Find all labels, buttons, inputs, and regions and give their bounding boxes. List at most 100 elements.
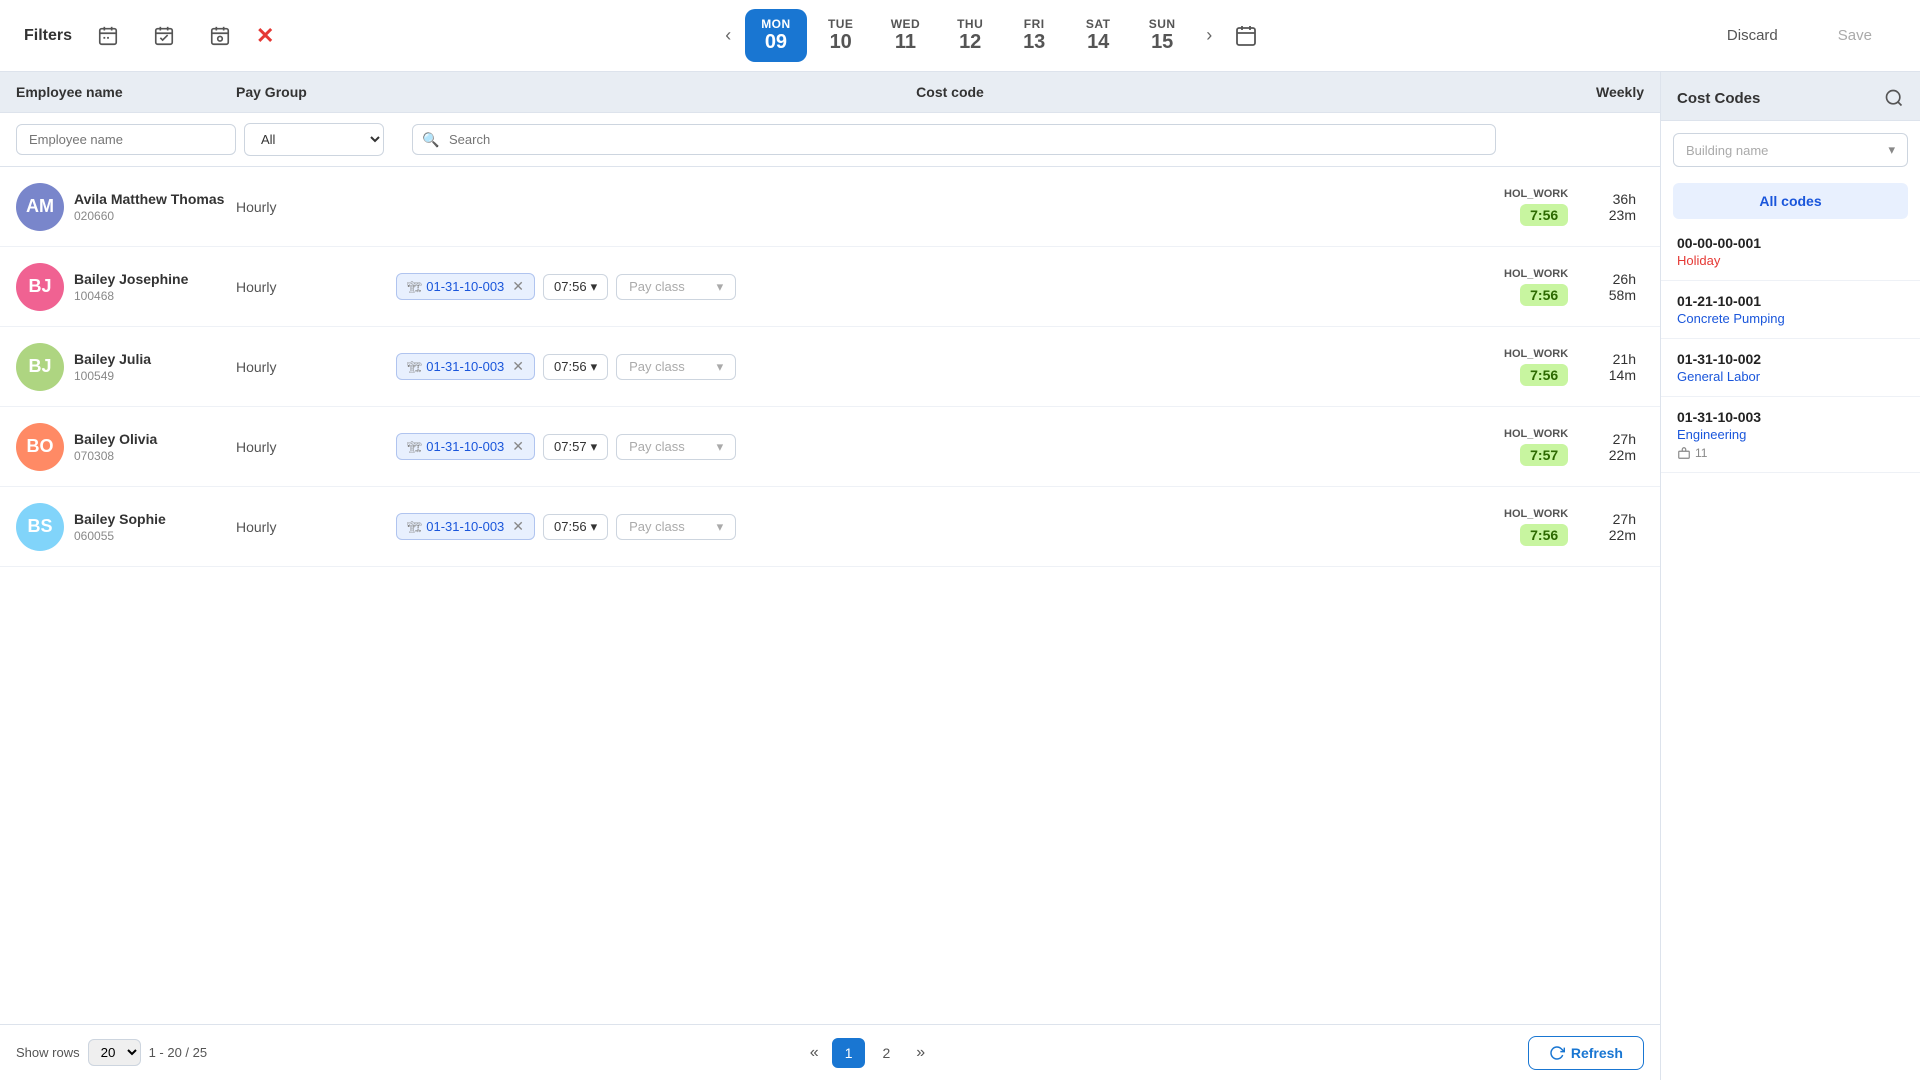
col-header-costcode: Cost code xyxy=(396,84,1504,100)
day-pill-sun[interactable]: SUN15 xyxy=(1132,9,1192,62)
first-page-button[interactable]: « xyxy=(801,1037,828,1069)
remove-tag-emp-bailey-olivia[interactable]: ✕ xyxy=(512,438,524,455)
prev-week-button[interactable]: ‹ xyxy=(715,19,741,52)
refresh-button[interactable]: Refresh xyxy=(1528,1036,1644,1070)
calendar-settings-icon-btn[interactable] xyxy=(200,16,240,56)
pay-class-label-emp-bailey-josephine: Pay class xyxy=(629,279,685,294)
hol-work-cell-emp-bailey-olivia: HOL_WORK 7:57 xyxy=(1504,428,1568,466)
page-1-button[interactable]: 1 xyxy=(832,1038,866,1068)
hol-badge-emp-bailey-olivia: HOL_WORK xyxy=(1504,428,1568,440)
day-pill-sat[interactable]: SAT14 xyxy=(1068,9,1128,62)
last-page-button[interactable]: » xyxy=(907,1037,934,1069)
pay-class-dropdown-emp-bailey-julia[interactable]: Pay class ▾ xyxy=(616,354,736,380)
day-num-tue: 10 xyxy=(830,31,852,54)
day-name-fri: FRI xyxy=(1024,17,1045,31)
cost-code-tag-emp-bailey-olivia: 🏗 01-31-10-003 ✕ xyxy=(396,433,535,460)
pay-group-filter[interactable]: AllHourlySalary xyxy=(244,123,384,156)
emp-name-emp-bailey-sophie: Bailey Sophie xyxy=(74,510,166,528)
cost-codes-title: Cost Codes xyxy=(1677,90,1760,107)
day-pill-wed[interactable]: WED11 xyxy=(875,9,937,62)
time-badge-emp-bailey-olivia: 7:57 xyxy=(1520,444,1568,466)
building-name-select[interactable]: Building name ▾ xyxy=(1673,133,1908,167)
discard-button[interactable]: Discard xyxy=(1707,19,1798,52)
time-dropdown-emp-bailey-julia[interactable]: 07:56 ▾ xyxy=(543,354,608,380)
remove-tag-emp-bailey-josephine[interactable]: ✕ xyxy=(512,278,524,295)
pay-group-emp-bailey-josephine: Hourly xyxy=(236,279,396,295)
close-icon[interactable]: ✕ xyxy=(256,23,274,49)
cost-code-item-code-31-003[interactable]: 01-31-10-003 Engineering 11 xyxy=(1661,397,1920,473)
table-row-emp-bailey-olivia: BO Bailey Olivia 070308 Hourly 🏗 01-31-1… xyxy=(0,407,1660,487)
col-header-employee: Employee name xyxy=(16,84,236,100)
pay-class-label-emp-bailey-olivia: Pay class xyxy=(629,439,685,454)
hol-work-cell-emp-bailey-julia: HOL_WORK 7:56 xyxy=(1504,348,1568,386)
search-wrapper: 🔍 xyxy=(412,124,1496,155)
schedule-icon xyxy=(97,25,119,47)
table-row-emp-bailey-sophie: BS Bailey Sophie 060055 Hourly 🏗 01-31-1… xyxy=(0,487,1660,567)
refresh-label: Refresh xyxy=(1571,1045,1623,1061)
time-chevron-icon: ▾ xyxy=(591,359,598,375)
page-2-button[interactable]: 2 xyxy=(869,1038,903,1068)
day-name-sat: SAT xyxy=(1086,17,1111,31)
pay-class-dropdown-emp-bailey-josephine[interactable]: Pay class ▾ xyxy=(616,274,736,300)
hol-work-cell-emp-avila: HOL_WORK 7:56 xyxy=(1504,188,1568,226)
col-header-weekly: Weekly xyxy=(1504,84,1644,100)
time-dropdown-emp-bailey-olivia[interactable]: 07:57 ▾ xyxy=(543,434,608,460)
day-num-sat: 14 xyxy=(1087,31,1109,54)
chevron-down-icon: ▾ xyxy=(1888,142,1895,158)
pay-group-emp-bailey-olivia: Hourly xyxy=(236,439,396,455)
pay-class-dropdown-emp-bailey-sophie[interactable]: Pay class ▾ xyxy=(616,514,736,540)
cost-code-item-code-21-001[interactable]: 01-21-10-001 Concrete Pumping xyxy=(1661,281,1920,339)
schedule-icon-btn[interactable] xyxy=(88,16,128,56)
cost-code-item-code-00-001[interactable]: 00-00-00-001 Holiday xyxy=(1661,223,1920,281)
time-badge-emp-avila: 7:56 xyxy=(1520,204,1568,226)
remove-tag-emp-bailey-sophie[interactable]: ✕ xyxy=(512,518,524,535)
all-codes-button[interactable]: All codes xyxy=(1673,183,1908,219)
rows-per-page-select[interactable]: 102050 xyxy=(88,1039,141,1066)
day-num-mon: 09 xyxy=(765,31,787,54)
cost-code-num-code-31-002: 01-31-10-002 xyxy=(1677,351,1904,367)
cost-code-num-code-21-001: 01-21-10-001 xyxy=(1677,293,1904,309)
time-dropdown-emp-bailey-josephine[interactable]: 07:56 ▾ xyxy=(543,274,608,300)
cost-codes-search-icon[interactable] xyxy=(1884,88,1904,108)
time-badge-emp-bailey-julia: 7:56 xyxy=(1520,364,1568,386)
day-name-wed: WED xyxy=(891,17,921,31)
employee-name-filter[interactable] xyxy=(16,124,236,155)
time-dropdown-emp-bailey-sophie[interactable]: 07:56 ▾ xyxy=(543,514,608,540)
save-button[interactable]: Save xyxy=(1814,19,1896,52)
avatar-emp-bailey-olivia: BO xyxy=(16,423,64,471)
time-value-emp-bailey-sophie: 07:56 xyxy=(554,519,587,534)
cost-code-value-emp-bailey-sophie: 01-31-10-003 xyxy=(426,519,504,534)
filters-label: Filters xyxy=(24,27,72,45)
top-bar-right: Discard Save xyxy=(1707,19,1896,52)
cost-code-item-code-31-002[interactable]: 01-31-10-002 General Labor xyxy=(1661,339,1920,397)
day-pill-tue[interactable]: TUE10 xyxy=(811,9,871,62)
cost-code-tag-emp-bailey-julia: 🏗 01-31-10-003 ✕ xyxy=(396,353,535,380)
day-num-wed: 11 xyxy=(895,31,916,54)
hol-badge-emp-bailey-sophie: HOL_WORK xyxy=(1504,508,1568,520)
emp-id-emp-bailey-josephine: 100468 xyxy=(74,289,188,303)
next-week-button[interactable]: › xyxy=(1196,19,1222,52)
cost-code-value-emp-bailey-josephine: 01-31-10-003 xyxy=(426,279,504,294)
day-pill-thu[interactable]: THU12 xyxy=(940,9,1000,62)
weekly-hol-wrap-emp-bailey-josephine: HOL_WORK 7:56 26h 58m xyxy=(1504,268,1644,306)
table-header: Employee name Pay Group Cost code Weekly xyxy=(0,72,1660,113)
day-pill-mon[interactable]: MON09 xyxy=(745,9,807,62)
cost-code-name-code-21-001: Concrete Pumping xyxy=(1677,311,1904,326)
weekly-hol-wrap-emp-bailey-olivia: HOL_WORK 7:57 27h 22m xyxy=(1504,428,1644,466)
remove-tag-emp-bailey-julia[interactable]: ✕ xyxy=(512,358,524,375)
calendar-picker-button[interactable] xyxy=(1226,16,1266,56)
day-name-mon: MON xyxy=(761,17,791,31)
day-pill-fri[interactable]: FRI13 xyxy=(1004,9,1064,62)
emp-name-emp-bailey-olivia: Bailey Olivia xyxy=(74,430,157,448)
day-name-tue: TUE xyxy=(828,17,854,31)
employee-rows: AM Avila Matthew Thomas 020660 Hourly HO… xyxy=(0,167,1660,1024)
time-value-emp-bailey-josephine: 07:56 xyxy=(554,279,587,294)
cost-code-tag-emp-bailey-sophie: 🏗 01-31-10-003 ✕ xyxy=(396,513,535,540)
pay-class-chevron-icon: ▾ xyxy=(717,439,724,455)
cost-code-search[interactable] xyxy=(412,124,1496,155)
calendar-check-icon-btn[interactable] xyxy=(144,16,184,56)
cost-code-sub-code-31-003: 11 xyxy=(1677,446,1904,460)
weekly-emp-avila: 36h 23m xyxy=(1584,191,1644,223)
pay-class-dropdown-emp-bailey-olivia[interactable]: Pay class ▾ xyxy=(616,434,736,460)
time-badge-emp-bailey-josephine: 7:56 xyxy=(1520,284,1568,306)
